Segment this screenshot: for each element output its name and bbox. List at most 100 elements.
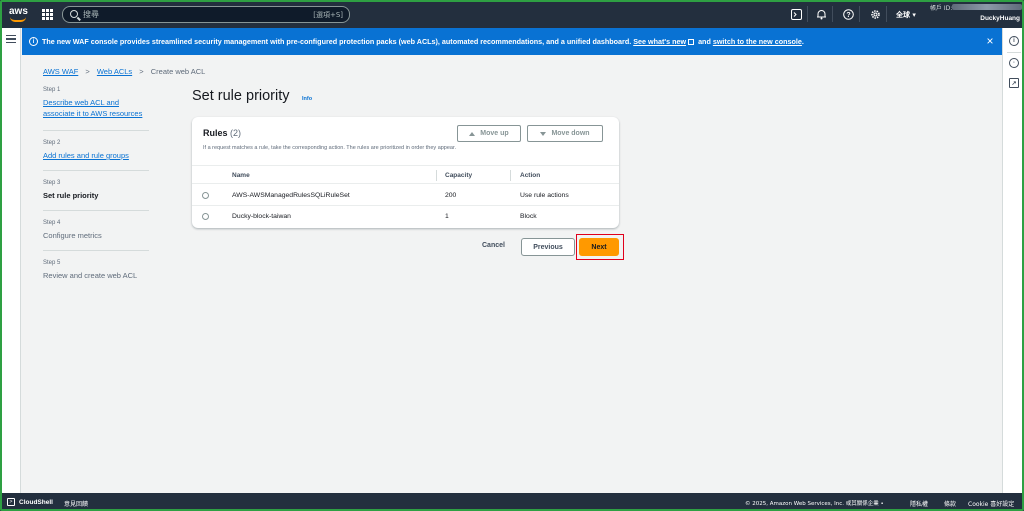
rule-capacity: 200 (445, 192, 457, 199)
rules-count: (2) (230, 128, 242, 138)
column-divider (510, 170, 511, 181)
aws-smile-icon (10, 17, 26, 22)
nav-separator (886, 6, 887, 22)
right-rail: i ◦ ↗ (1002, 28, 1024, 493)
chevron-right-icon: > (85, 67, 90, 76)
copyright-text: © 2025, Amazon Web Services, Inc. 或其關係企業… (745, 501, 884, 507)
rules-description: If a request matches a rule, take the co… (203, 145, 457, 151)
footer: > CloudShell 意見回饋 © 2025, Amazon Web Ser… (0, 493, 1024, 511)
breadcrumb-current: Create web ACL (150, 67, 206, 76)
privacy-link[interactable]: 隱私權 (910, 499, 928, 508)
help-icon[interactable]: ? (842, 8, 854, 20)
table-row[interactable]: Ducky-block-taiwan 1 Block (192, 206, 619, 227)
row-radio[interactable] (202, 213, 209, 220)
cookie-preferences-link[interactable]: Cookie 喜好設定 (968, 499, 1014, 508)
cloudshell-footer-icon: > (7, 498, 15, 506)
banner-text: The new WAF console provides streamlined… (42, 37, 632, 46)
gear-icon[interactable] (869, 8, 881, 20)
step-number: Step 1 (43, 87, 61, 93)
close-icon[interactable]: × (984, 35, 996, 47)
svg-text:?: ? (846, 12, 850, 19)
rules-container: Rules (2) If a request matches a rule, t… (192, 117, 619, 228)
top-navigation: aws [選項+S] ? 全球 ▾ 帳戶 ID: DuckyHuang (0, 0, 1024, 28)
nav-separator (859, 6, 860, 22)
feedback-icon[interactable]: ↗ (1009, 78, 1019, 88)
left-rail (0, 28, 21, 493)
info-panel-icon[interactable]: i (1009, 36, 1019, 46)
step-label-configure-metrics: Configure metrics (43, 231, 102, 240)
rule-action: Use rule actions (520, 192, 569, 199)
wizard-step-4: Step 4 Configure metrics (43, 220, 149, 241)
search-shortcut: [選項+S] (313, 11, 343, 19)
move-up-button[interactable]: Move up (457, 125, 521, 142)
chevron-right-icon: > (139, 67, 144, 76)
caret-down-icon (540, 131, 547, 136)
step-number: Step 5 (43, 260, 61, 266)
banner-message: The new WAF console provides streamlined… (42, 37, 804, 46)
info-banner: i The new WAF console provides streamlin… (22, 28, 1002, 55)
breadcrumb-web-acls[interactable]: Web ACLs (97, 67, 132, 76)
column-header-capacity: Capacity (445, 172, 473, 179)
previous-button[interactable]: Previous (521, 238, 575, 256)
column-header-name: Name (232, 172, 250, 179)
switch-console-link[interactable]: switch to the new console (713, 37, 802, 46)
region-selector[interactable]: 全球 ▾ (896, 10, 916, 20)
rules-title: Rules (203, 128, 228, 138)
move-up-label: Move up (480, 130, 509, 137)
compass-icon[interactable]: ◦ (1009, 58, 1019, 68)
next-button[interactable]: Next (579, 238, 619, 256)
cloudshell-link[interactable]: CloudShell (19, 499, 53, 506)
column-divider (436, 170, 437, 181)
wizard-step-5: Step 5 Review and create web ACL (43, 260, 149, 281)
step-number: Step 2 (43, 140, 61, 146)
window-frame (0, 0, 1024, 511)
nav-separator (832, 6, 833, 22)
step-number: Step 4 (43, 220, 61, 226)
nav-separator (807, 6, 808, 22)
breadcrumb-aws-waf[interactable]: AWS WAF (43, 67, 78, 76)
search-input[interactable] (83, 8, 303, 21)
step-divider (43, 130, 149, 131)
step-divider (43, 250, 149, 251)
username: DuckyHuang (980, 15, 1020, 22)
step-divider (43, 170, 149, 171)
search-bar[interactable]: [選項+S] (62, 6, 350, 23)
table-row[interactable]: AWS-AWSManagedRulesSQLiRuleSet 200 Use r… (192, 185, 619, 206)
banner-connector: and (698, 37, 711, 46)
row-radio[interactable] (202, 192, 209, 199)
rule-action: Block (520, 213, 537, 220)
move-down-label: Move down (551, 130, 590, 137)
step-current-label: Set rule priority (43, 191, 99, 200)
terms-link[interactable]: 條款 (944, 499, 956, 508)
cloudshell-icon[interactable] (790, 8, 802, 20)
rail-divider (1007, 52, 1021, 53)
wizard-step-3: Step 3 Set rule priority (43, 180, 149, 201)
external-link-icon (688, 39, 695, 45)
page-title: Set rule priority (192, 88, 290, 104)
step-link-add-rules[interactable]: Add rules and rule groups (43, 150, 149, 161)
bell-icon[interactable] (815, 8, 827, 20)
info-link[interactable]: Info (302, 96, 312, 102)
move-down-button[interactable]: Move down (527, 125, 603, 142)
services-grid-icon[interactable] (42, 9, 53, 20)
wizard-step-2: Step 2 Add rules and rule groups (43, 140, 149, 161)
account-menu[interactable]: 帳戶 ID: DuckyHuang (930, 3, 1022, 25)
info-icon: i (29, 37, 38, 46)
cancel-button[interactable]: Cancel (482, 242, 505, 249)
see-whats-new-link[interactable]: See what's new (633, 37, 686, 46)
aws-logo[interactable]: aws (8, 5, 30, 23)
feedback-link[interactable]: 意見回饋 (64, 499, 88, 508)
rule-name: Ducky-block-taiwan (232, 213, 291, 220)
banner-period: . (801, 37, 804, 46)
rule-capacity: 1 (445, 213, 449, 220)
account-id-label: 帳戶 ID: (930, 5, 953, 12)
rule-name: AWS-AWSManagedRulesSQLiRuleSet (232, 192, 350, 199)
menu-icon[interactable] (6, 35, 16, 43)
rules-header: Rules (2) (203, 128, 241, 138)
step-divider (43, 210, 149, 211)
step-link-describe[interactable]: Describe web ACL and associate it to AWS… (43, 97, 149, 119)
column-header-action: Action (520, 172, 541, 179)
aws-logo-text: aws (9, 6, 28, 17)
step-number: Step 3 (43, 180, 61, 186)
account-id-redacted (952, 4, 1022, 10)
